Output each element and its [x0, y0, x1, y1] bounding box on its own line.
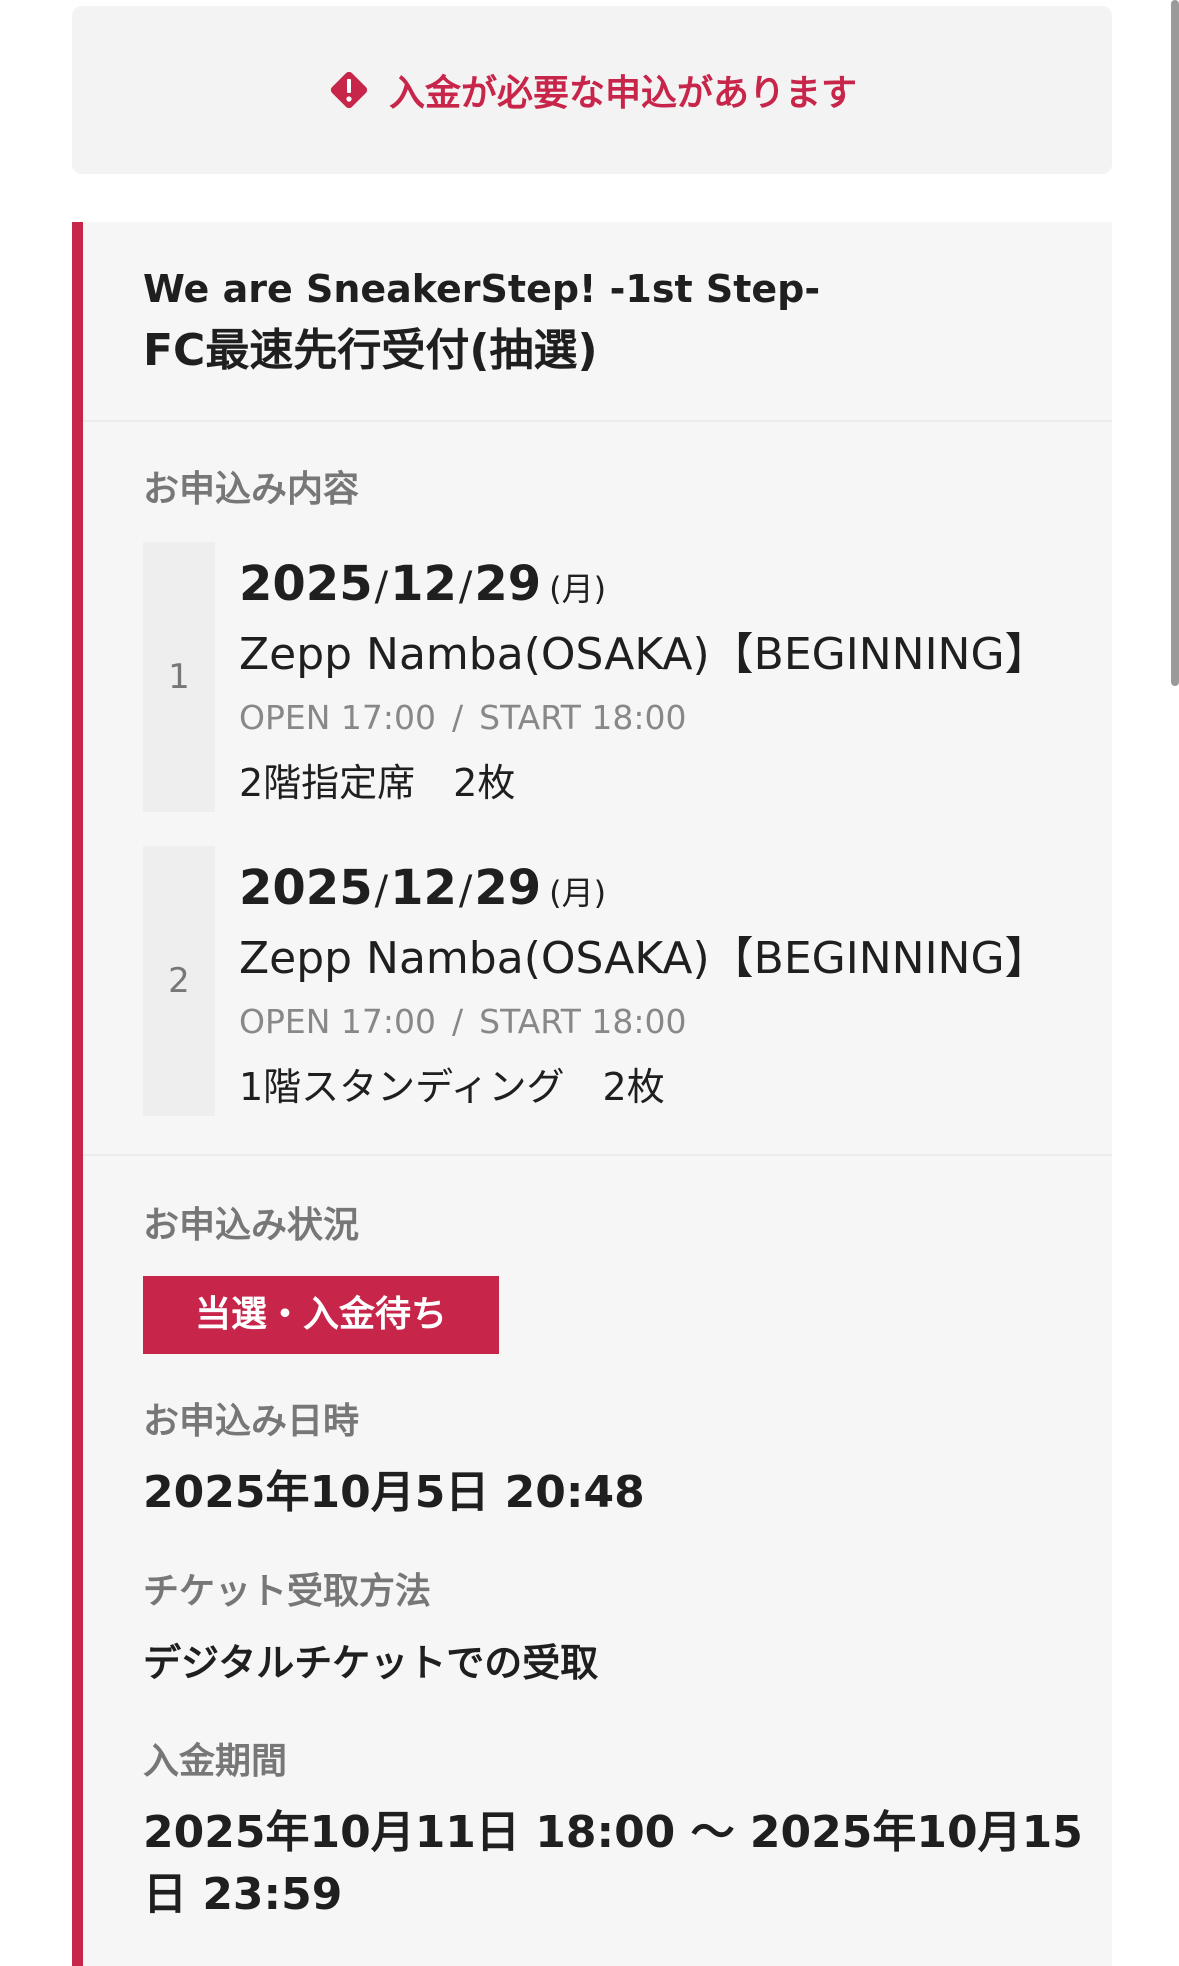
- applied-at-label: お申込み日時: [143, 1401, 360, 1442]
- entry-body: 2025/12/29 (月) Zepp Namba(OSAKA)【BEGINNIN…: [239, 858, 1049, 1117]
- payment-period-label: 入金期間: [143, 1741, 288, 1782]
- event-name: We are SneakerStep! -1st Step-: [143, 267, 821, 311]
- performance-date: 2025/12/29 (月): [239, 554, 1049, 619]
- time-separator: /: [452, 698, 464, 737]
- receive-method-value: デジタルチケットでの受取: [143, 1641, 599, 1685]
- receive-method-field: チケット受取方法 デジタルチケットでの受取: [143, 1570, 1112, 1694]
- alert-message: 入金が必要な申込があります: [388, 73, 857, 114]
- application-details-section: お申込み内容 1 2025/12/29 (月) Zepp Namba(OSAKA)…: [83, 422, 1112, 1156]
- date-year: 2025: [239, 860, 373, 916]
- date-month: 12: [390, 860, 457, 916]
- warning-icon: [330, 71, 368, 109]
- card-header: We are SneakerStep! -1st Step- FC最速先行受付(…: [83, 222, 1112, 422]
- start-time: START 18:00: [479, 1002, 687, 1041]
- entry-number: 1: [143, 542, 215, 812]
- date-day: 29: [474, 556, 542, 612]
- venue-name: Zepp Namba(OSAKA)【BEGINNING】: [239, 933, 1049, 984]
- date-year: 2025: [239, 556, 373, 612]
- status-label: お申込み状況: [143, 1205, 360, 1246]
- seat-info: 1階スタンディング 2枚: [239, 1065, 665, 1109]
- open-time: OPEN 17:00: [239, 1002, 437, 1041]
- date-weekday: (月): [549, 874, 607, 912]
- date-slash: /: [374, 868, 389, 914]
- application-card: We are SneakerStep! -1st Step- FC最速先行受付(…: [72, 222, 1112, 1966]
- date-weekday: (月): [549, 570, 607, 608]
- performance-times: OPEN 17:00 / START 18:00: [239, 693, 1049, 743]
- venue-name: Zepp Namba(OSAKA)【BEGINNING】: [239, 629, 1049, 680]
- payment-required-alert[interactable]: 入金が必要な申込があります: [72, 6, 1112, 174]
- entry-number: 2: [143, 846, 215, 1116]
- details-label: お申込み内容: [143, 469, 360, 510]
- application-entry: 2 2025/12/29 (月) Zepp Namba(OSAKA)【BEGINN…: [143, 846, 1112, 1118]
- date-slash: /: [458, 564, 473, 610]
- status-badge: 当選・入金待ち: [143, 1276, 500, 1354]
- date-day: 29: [474, 860, 542, 916]
- open-time: OPEN 17:00: [239, 698, 437, 737]
- reception-name: FC最速先行受付(抽選): [143, 325, 598, 376]
- time-separator: /: [452, 1002, 464, 1041]
- receive-method-label: チケット受取方法: [143, 1571, 432, 1612]
- payment-period-value: 2025年10月11日 18:00 〜 2025年10月15日 23:59: [143, 1807, 1083, 1920]
- applied-at-value: 2025年10月5日 20:48: [143, 1467, 645, 1518]
- date-month: 12: [390, 556, 457, 612]
- application-entry: 1 2025/12/29 (月) Zepp Namba(OSAKA)【BEGINN…: [143, 542, 1112, 814]
- date-slash: /: [458, 868, 473, 914]
- date-slash: /: [374, 564, 389, 610]
- application-status-section: お申込み状況 当選・入金待ち お申込み日時 2025年10月5日 20:48 チ…: [83, 1156, 1112, 1926]
- start-time: START 18:00: [479, 698, 687, 737]
- performance-times: OPEN 17:00 / START 18:00: [239, 997, 1049, 1047]
- applied-at-field: お申込み日時 2025年10月5日 20:48: [143, 1400, 1112, 1524]
- performance-date: 2025/12/29 (月): [239, 858, 1049, 923]
- seat-info: 2階指定席 2枚: [239, 761, 516, 805]
- entry-body: 2025/12/29 (月) Zepp Namba(OSAKA)【BEGINNIN…: [239, 554, 1049, 813]
- payment-period-field: 入金期間 2025年10月11日 18:00 〜 2025年10月15日 23:…: [143, 1740, 1112, 1926]
- scrollbar[interactable]: [1171, 0, 1179, 686]
